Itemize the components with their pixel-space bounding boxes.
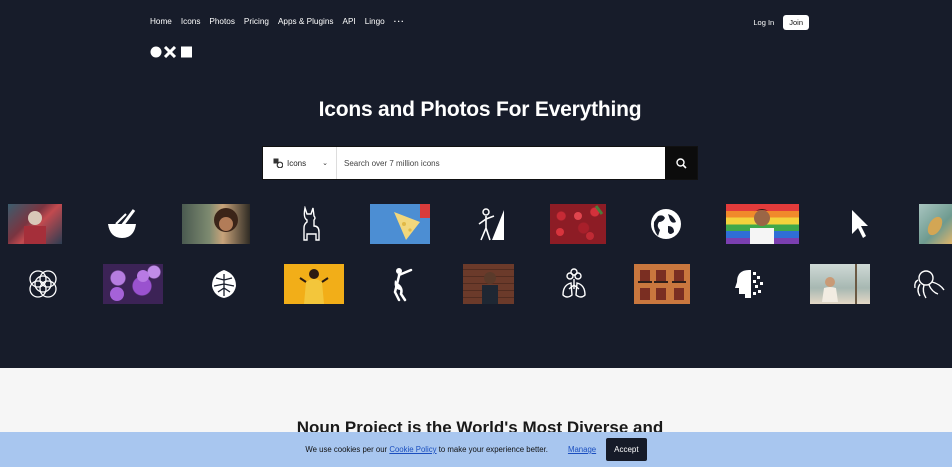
auth-area: Log In Join — [753, 15, 809, 30]
cookie-policy-link[interactable]: Cookie Policy — [389, 445, 436, 454]
search-icon — [675, 157, 687, 169]
nav-lingo[interactable]: Lingo — [365, 17, 385, 26]
cookie-message: We use cookies per our Cookie Policy to … — [305, 445, 548, 454]
search-button[interactable] — [665, 147, 697, 179]
icons-type-icon — [273, 158, 283, 168]
llama-icon[interactable] — [296, 204, 324, 244]
cookie-banner: We use cookies per our Cookie Policy to … — [0, 432, 952, 467]
manage-cookies-link[interactable]: Manage — [568, 445, 596, 454]
cheese-board-photo[interactable] — [370, 204, 430, 244]
balconies-building-photo[interactable] — [634, 264, 690, 304]
curly-hair-woman-photo[interactable] — [182, 204, 250, 244]
nav-icons[interactable]: Icons — [181, 17, 201, 26]
search-type-dropdown[interactable]: Icons ⌄ — [263, 147, 337, 179]
pixel-head-icon[interactable] — [732, 264, 766, 304]
woman-swing-photo[interactable] — [810, 264, 870, 304]
nav-more-button[interactable]: ··· — [394, 17, 405, 26]
main-nav: Home Icons Photos Pricing Apps & Plugins… — [150, 17, 405, 26]
nav-apps-plugins[interactable]: Apps & Plugins — [278, 17, 334, 26]
cookie-text-after: to make your experience better. — [436, 445, 548, 454]
search-type-label: Icons — [287, 158, 307, 168]
brick-wall-man-photo[interactable] — [463, 264, 514, 304]
globe-icon[interactable] — [648, 204, 684, 244]
nav-photos[interactable]: Photos — [209, 17, 235, 26]
cookie-text-before: We use cookies per our — [305, 445, 390, 454]
search-bar: Icons ⌄ — [262, 146, 698, 180]
lungs-flower-icon[interactable] — [560, 264, 588, 304]
monstera-leaf-icon[interactable] — [208, 264, 240, 304]
person-portrait-photo[interactable] — [8, 204, 62, 244]
purple-flowers-photo[interactable] — [103, 264, 163, 304]
accept-cookies-button[interactable]: Accept — [606, 438, 647, 461]
interlocking-circles-icon[interactable] — [26, 264, 60, 304]
nav-pricing[interactable]: Pricing — [244, 17, 269, 26]
search-input[interactable] — [337, 147, 665, 179]
noun-project-logo[interactable] — [150, 46, 200, 58]
rainbow-flag-man-photo[interactable] — [726, 204, 799, 244]
yellow-dress-woman-photo[interactable] — [284, 264, 344, 304]
leaves-photo[interactable] — [919, 204, 952, 244]
nav-api[interactable]: API — [342, 17, 355, 26]
dancer-icon[interactable] — [388, 264, 416, 304]
mortar-pestle-icon[interactable] — [104, 204, 140, 244]
cursor-arrow-icon[interactable] — [846, 204, 872, 244]
octopus-icon[interactable] — [912, 264, 946, 304]
join-button[interactable]: Join — [783, 15, 809, 30]
nav-home[interactable]: Home — [150, 17, 172, 26]
login-link[interactable]: Log In — [753, 18, 774, 27]
chevron-down-icon: ⌄ — [322, 160, 328, 167]
hero-headline: Icons and Photos For Everything — [318, 98, 642, 121]
cherries-photo[interactable] — [550, 204, 606, 244]
climber-flag-icon[interactable] — [474, 204, 506, 244]
hero-section: Home Icons Photos Pricing Apps & Plugins… — [0, 0, 952, 368]
